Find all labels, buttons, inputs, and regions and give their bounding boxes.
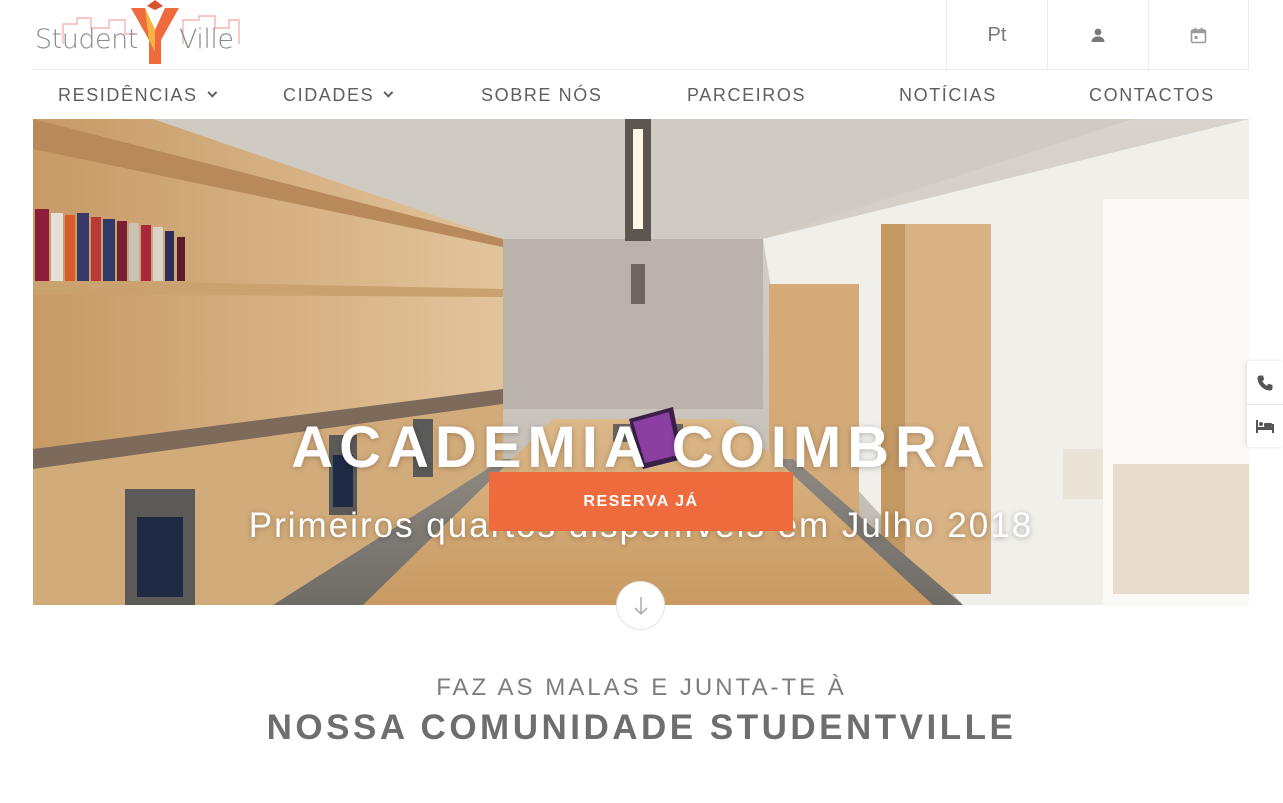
nav-item-sobre-nos[interactable]: SOBRE NÓS (481, 85, 602, 106)
nav-item-contactos[interactable]: CONTACTOS (1089, 85, 1215, 106)
hero-title: ACADEMIA COIMBRA (291, 415, 991, 480)
language-switcher[interactable]: Pt (946, 0, 1047, 70)
nav-label: RESIDÊNCIAS (58, 85, 198, 105)
bed-icon (1256, 420, 1274, 433)
utility-bar: Pt (946, 0, 1249, 70)
chevron-down-icon (383, 87, 394, 98)
main-nav: RESIDÊNCIAS CIDADES SOBRE NÓS PARCEIROS … (33, 71, 1249, 118)
nav-label: CONTACTOS (1089, 85, 1215, 105)
studentville-logo[interactable]: Student Ville (33, 0, 243, 68)
account-button[interactable] (1047, 0, 1148, 70)
nav-item-noticias[interactable]: NOTÍCIAS (899, 85, 997, 106)
scroll-down-button[interactable] (616, 581, 665, 630)
reserve-now-button[interactable]: RESERVA JÁ (489, 472, 793, 531)
phone-icon (1257, 375, 1273, 390)
calendar-icon (1190, 27, 1207, 43)
nav-label: SOBRE NÓS (481, 85, 603, 105)
language-label: Pt (987, 23, 1007, 46)
nav-label: CIDADES (283, 85, 375, 105)
nav-item-residencias[interactable]: RESIDÊNCIAS (58, 85, 217, 106)
hero-banner: ACADEMIA COIMBRA Primeiros quartos dispo… (33, 119, 1249, 605)
side-tab-booking[interactable] (1247, 404, 1283, 447)
booking-calendar-button[interactable] (1148, 0, 1249, 70)
community-headline: NOSSA COMUNIDADE STUDENTVILLE (266, 708, 1017, 747)
arrow-down-icon (633, 596, 648, 615)
logo-text-ville: Ville (179, 24, 234, 55)
community-kicker: FAZ AS MALAS E JUNTA-TE À (436, 674, 847, 701)
nav-label: NOTÍCIAS (899, 85, 997, 105)
site-header: Student Ville Pt (33, 0, 1249, 70)
chevron-down-icon (207, 87, 217, 98)
nav-item-cidades[interactable]: CIDADES (283, 85, 394, 106)
nav-label: PARCEIROS (687, 85, 807, 105)
logo-text-student: Student (35, 24, 138, 55)
side-tab-phone[interactable] (1247, 361, 1283, 404)
nav-item-parceiros[interactable]: PARCEIROS (687, 85, 806, 106)
user-icon (1091, 28, 1105, 42)
floating-side-tabs (1247, 361, 1283, 447)
